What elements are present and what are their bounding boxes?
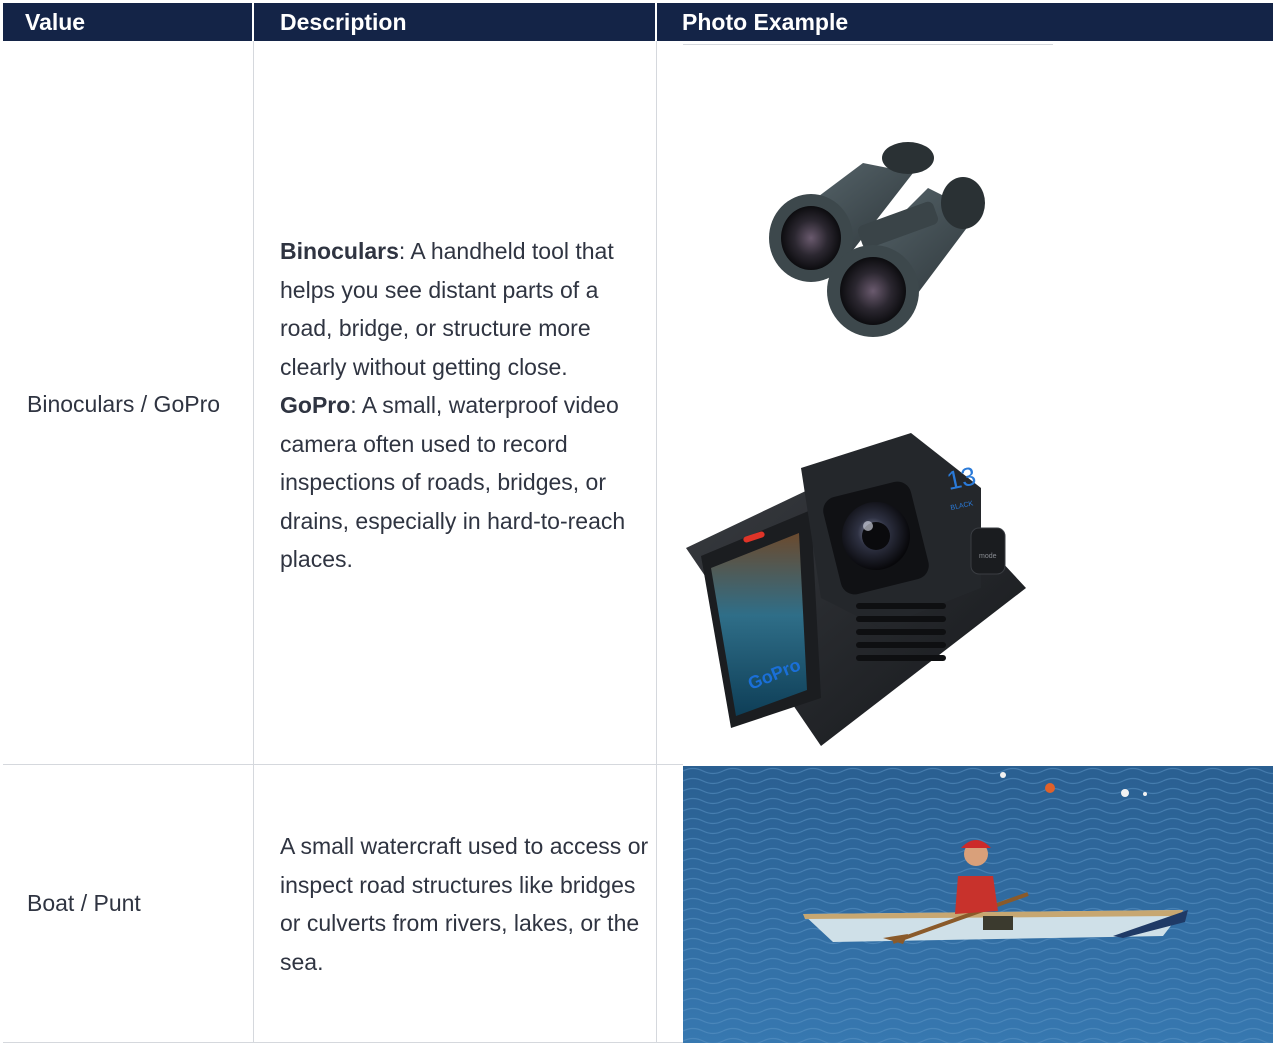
header-description: Description (254, 3, 655, 41)
inspection-equipment-table: Value Description Photo Example Binocula… (3, 3, 1273, 1043)
mode-button-label: mode (979, 553, 997, 560)
gopro-definition: : A small, waterproof video camera often… (280, 392, 626, 572)
gopro-model-number: 13 (944, 461, 979, 496)
boat-punt-photo (683, 766, 1273, 1043)
term-binoculars: Binoculars (280, 238, 399, 264)
table-row-1-description: Binoculars: A handheld tool that helps y… (280, 232, 655, 579)
table-row-2-description: A small watercraft used to access or ins… (280, 833, 649, 975)
binoculars-photo (769, 142, 985, 337)
row-divider (683, 44, 1053, 45)
header-photo-example: Photo Example (657, 3, 1273, 41)
term-gopro: GoPro (280, 392, 351, 418)
table-row-1-value: Binoculars / GoPro (27, 391, 221, 417)
row-divider (3, 764, 683, 765)
header-value: Value (3, 3, 252, 41)
gopro-camera-photo: GoPro 13 BLACK mode (686, 433, 1026, 746)
column-divider (253, 41, 254, 1043)
column-divider (656, 41, 657, 1043)
table-row-2-value: Boat / Punt (27, 890, 141, 916)
